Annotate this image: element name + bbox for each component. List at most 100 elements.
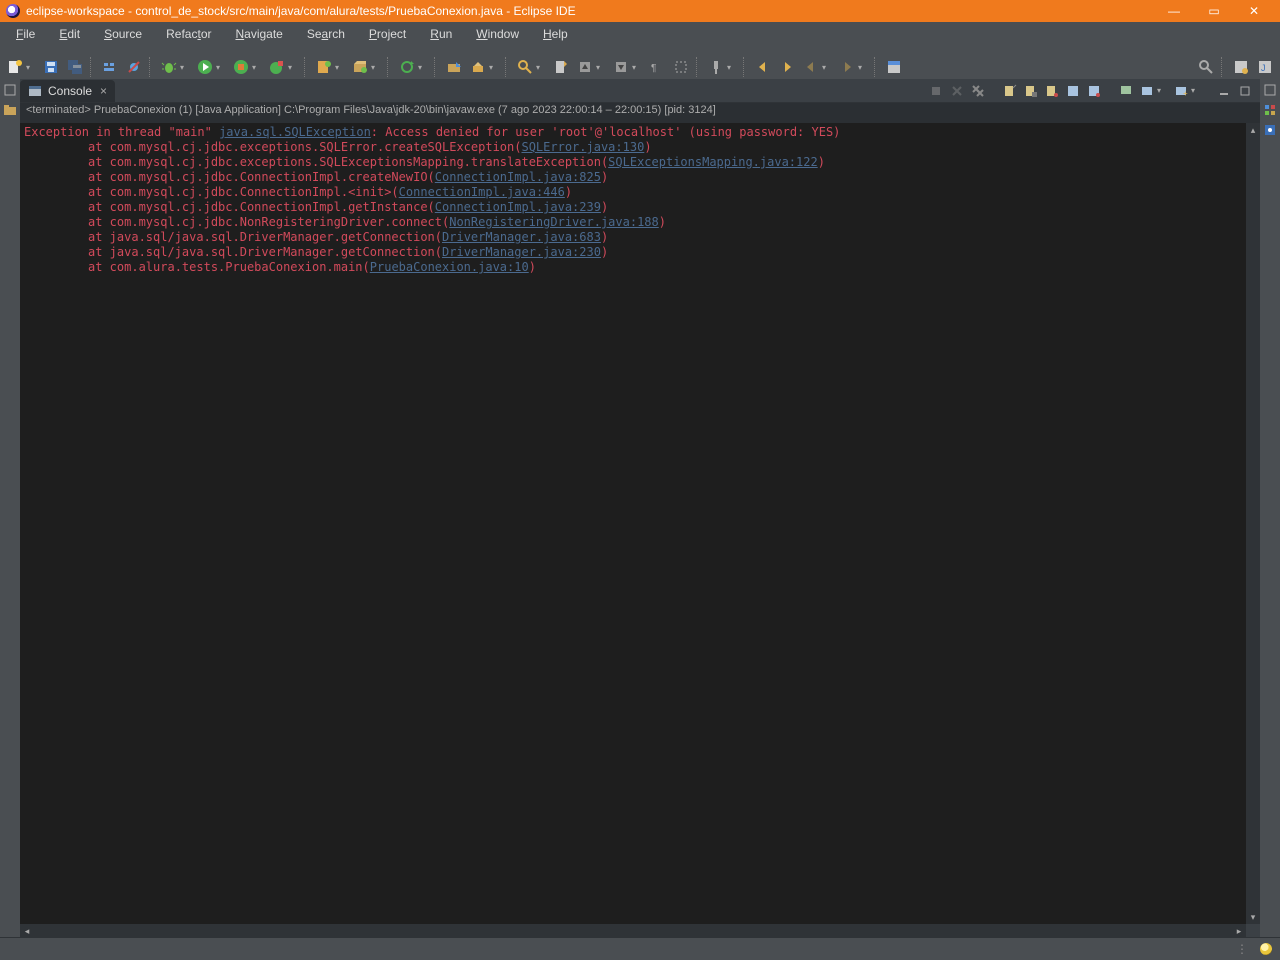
dropdown-icon[interactable]: ▾ <box>822 63 832 72</box>
vertical-scrollbar[interactable]: ▴ ▾ <box>1246 123 1260 924</box>
task-list-icon[interactable] <box>1263 103 1277 117</box>
dropdown-icon[interactable]: ▾ <box>26 63 36 72</box>
nav-back-history-icon[interactable] <box>752 56 774 78</box>
nav-forward-history-icon[interactable] <box>776 56 798 78</box>
external-tools-icon[interactable] <box>266 56 288 78</box>
window-restore-button[interactable]: ▭ <box>1194 0 1234 22</box>
console-view-toolbar: ▾ +▾ <box>927 79 1254 102</box>
stack-link[interactable]: DriverManager.java:683 <box>442 230 601 244</box>
clear-console-icon[interactable] <box>1001 82 1019 100</box>
scroll-right-icon[interactable]: ▸ <box>1232 924 1246 938</box>
word-wrap-icon[interactable] <box>1043 82 1061 100</box>
new-icon[interactable] <box>4 56 26 78</box>
stack-link[interactable]: java.sql.SQLException <box>219 125 371 139</box>
dropdown-icon[interactable]: ▾ <box>1157 86 1167 95</box>
stack-link[interactable]: ConnectionImpl.java:446 <box>399 185 565 199</box>
display-selected-console-icon[interactable] <box>1138 82 1156 100</box>
dropdown-icon[interactable]: ▾ <box>536 63 546 72</box>
workbench: Console × ▾ +▾ <box>0 79 1280 938</box>
open-console-icon[interactable]: + <box>1172 82 1190 100</box>
toggle-breadcrumb-icon[interactable] <box>99 56 121 78</box>
stack-link[interactable]: SQLError.java:130 <box>521 140 644 154</box>
overflow-icon[interactable]: ⋮ <box>1236 942 1250 956</box>
dropdown-icon[interactable]: ▾ <box>418 63 428 72</box>
dropdown-icon[interactable]: ▾ <box>288 63 298 72</box>
menu-run[interactable]: Run <box>418 24 464 44</box>
dropdown-icon[interactable]: ▾ <box>252 63 262 72</box>
menu-file[interactable]: File <box>4 24 47 44</box>
open-perspective-button[interactable] <box>1230 56 1252 78</box>
tip-bulb-icon[interactable] <box>1260 943 1272 955</box>
dropdown-icon[interactable]: ▾ <box>371 63 381 72</box>
outline-icon[interactable] <box>1263 123 1277 137</box>
dropdown-icon[interactable]: ▾ <box>1191 86 1201 95</box>
remove-launch-icon[interactable] <box>948 82 966 100</box>
restore-view-icon[interactable] <box>1263 83 1277 97</box>
dropdown-icon[interactable]: ▾ <box>216 63 226 72</box>
coverage-icon[interactable] <box>230 56 252 78</box>
save-all-icon[interactable] <box>64 56 86 78</box>
run-icon[interactable] <box>194 56 216 78</box>
menu-navigate[interactable]: Navigate <box>223 24 294 44</box>
horizontal-scrollbar[interactable]: ◂ ▸ <box>20 924 1246 938</box>
next-annotation-icon[interactable] <box>610 56 632 78</box>
stack-link[interactable]: DriverManager.java:230 <box>442 245 601 259</box>
remove-all-terminated-icon[interactable] <box>969 82 987 100</box>
quick-access-search-icon[interactable] <box>1195 56 1217 78</box>
terminate-icon[interactable] <box>927 82 945 100</box>
dropdown-icon[interactable]: ▾ <box>596 63 606 72</box>
dropdown-icon[interactable]: ▾ <box>489 63 499 72</box>
window-minimize-button[interactable]: — <box>1154 0 1194 22</box>
pin-editor-icon[interactable] <box>705 56 727 78</box>
restore-view-icon[interactable] <box>3 83 17 97</box>
dropdown-icon[interactable]: ▾ <box>727 63 737 72</box>
window-close-button[interactable]: ✕ <box>1234 0 1274 22</box>
maximize-view-icon[interactable] <box>1236 82 1254 100</box>
dropdown-icon[interactable]: ▾ <box>632 63 642 72</box>
open-type-icon[interactable] <box>443 56 465 78</box>
new-package-icon[interactable] <box>349 56 371 78</box>
open-perspective-icon[interactable] <box>883 56 905 78</box>
save-icon[interactable] <box>40 56 62 78</box>
menu-refactor[interactable]: Refactor <box>154 24 223 44</box>
block-selection-icon[interactable] <box>670 56 692 78</box>
menu-source[interactable]: Source <box>92 24 154 44</box>
build-icon[interactable] <box>396 56 418 78</box>
stack-link[interactable]: ConnectionImpl.java:825 <box>435 170 601 184</box>
dropdown-icon[interactable]: ▾ <box>335 63 345 72</box>
show-stderr-icon[interactable] <box>1085 82 1103 100</box>
show-stdout-icon[interactable] <box>1064 82 1082 100</box>
menu-help[interactable]: Help <box>531 24 580 44</box>
open-task-icon[interactable] <box>467 56 489 78</box>
pin-console-icon[interactable] <box>1117 82 1135 100</box>
nav-back-icon[interactable] <box>800 56 822 78</box>
scroll-left-icon[interactable]: ◂ <box>20 924 34 938</box>
tab-console[interactable]: Console × <box>20 80 115 102</box>
menu-window[interactable]: Window <box>464 24 531 44</box>
scroll-down-icon[interactable]: ▾ <box>1246 910 1260 924</box>
nav-forward-icon[interactable] <box>836 56 858 78</box>
search-icon[interactable] <box>514 56 536 78</box>
toggle-mark-icon[interactable] <box>550 56 572 78</box>
minimize-view-icon[interactable] <box>1215 82 1233 100</box>
console-text[interactable]: Exception in thread "main" java.sql.SQLE… <box>20 123 1246 924</box>
menu-project[interactable]: Project <box>357 24 418 44</box>
new-java-class-icon[interactable] <box>313 56 335 78</box>
debug-icon[interactable] <box>158 56 180 78</box>
menu-edit[interactable]: Edit <box>47 24 92 44</box>
package-explorer-icon[interactable] <box>3 103 17 117</box>
scroll-lock-icon[interactable] <box>1022 82 1040 100</box>
menu-search[interactable]: Search <box>295 24 357 44</box>
dropdown-icon[interactable]: ▾ <box>858 63 868 72</box>
show-whitespace-icon[interactable]: ¶ <box>646 56 668 78</box>
scroll-up-icon[interactable]: ▴ <box>1246 123 1260 137</box>
dropdown-icon[interactable]: ▾ <box>180 63 190 72</box>
stack-link[interactable]: ConnectionImpl.java:239 <box>435 200 601 214</box>
stack-link[interactable]: NonRegisteringDriver.java:188 <box>449 215 659 229</box>
java-perspective-icon[interactable]: J <box>1254 56 1276 78</box>
skip-breakpoints-icon[interactable] <box>123 56 145 78</box>
close-icon[interactable]: × <box>98 84 109 98</box>
stack-link[interactable]: SQLExceptionsMapping.java:122 <box>608 155 818 169</box>
stack-link[interactable]: PruebaConexion.java:10 <box>370 260 529 274</box>
prev-annotation-icon[interactable] <box>574 56 596 78</box>
